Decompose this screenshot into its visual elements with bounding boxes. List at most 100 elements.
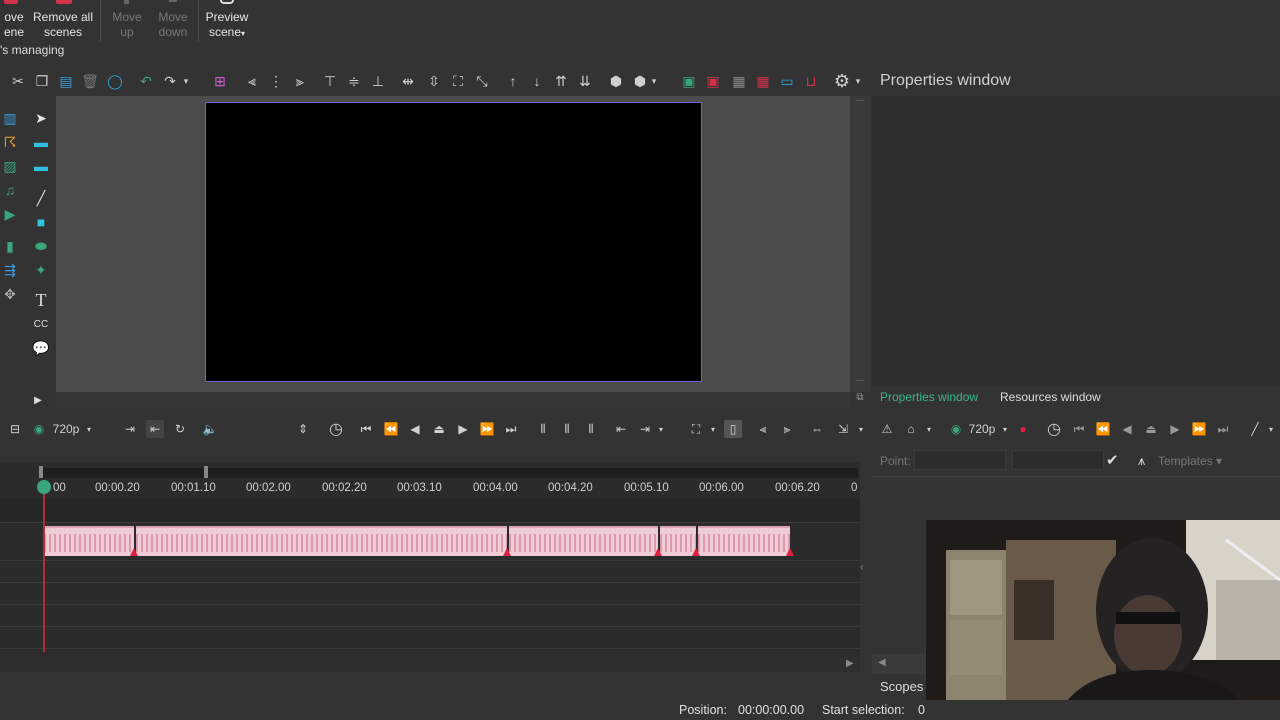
align-left-icon[interactable]: ⫷	[242, 71, 262, 91]
fast-forward-icon[interactable]: ⏩	[478, 420, 496, 438]
grid-icon[interactable]: ▦	[729, 71, 749, 91]
skip-start-icon[interactable]: ⏮	[357, 420, 375, 438]
resolution-dropdown-icon[interactable]: ▾	[1000, 420, 1010, 438]
preview-scene-button[interactable]: Preview scene▾	[202, 0, 252, 44]
scopes-scrollbar[interactable]: ◀	[872, 654, 926, 674]
ellipse-icon[interactable]: ⬬	[31, 236, 51, 256]
shrink-icon[interactable]: ⤡	[472, 71, 492, 91]
undo-icon[interactable]: ↶	[136, 71, 156, 91]
zoom-fit-icon[interactable]: ⇔	[808, 420, 826, 438]
fit-icon[interactable]: ⊞	[210, 71, 230, 91]
timeline-overview-bar[interactable]	[40, 468, 858, 478]
loop-in-icon[interactable]: ⇤	[146, 420, 164, 438]
eye-icon[interactable]: ◉	[948, 420, 964, 438]
gear-icon[interactable]: ⚙	[832, 71, 852, 91]
play-icon[interactable]: ▶	[1166, 420, 1184, 438]
speech-bubble-icon[interactable]: 💬	[31, 338, 51, 358]
safe-area-icon[interactable]: ▭	[777, 71, 797, 91]
fast-forward-icon[interactable]: ⏩	[1190, 420, 1208, 438]
scene-preview[interactable]	[205, 102, 702, 382]
corner-icon[interactable]: ⧉	[850, 392, 870, 408]
grid-red-icon[interactable]: ▦	[753, 71, 773, 91]
align-center-icon[interactable]: ⋮	[266, 71, 286, 91]
cut-icon[interactable]: ✂	[8, 71, 28, 91]
line-icon[interactable]: ╱	[31, 188, 51, 208]
stretch-icon[interactable]: ⛶	[448, 71, 468, 91]
dropdown-icon[interactable]: ▾	[648, 71, 660, 91]
sprite-icon[interactable]: ☈	[0, 132, 20, 152]
collapse-arrow-icon[interactable]: ‹	[860, 562, 870, 576]
shape-icon[interactable]: ⬢	[606, 71, 626, 91]
snap-red-icon[interactable]: ▣	[703, 71, 723, 91]
dropdown-icon[interactable]: ▾	[856, 420, 866, 438]
copy-icon[interactable]: ❐	[32, 71, 52, 91]
stop-icon[interactable]: ⏏	[430, 420, 448, 438]
tab-resources[interactable]: Resources window	[1000, 390, 1101, 404]
remove-all-scenes-button[interactable]: Remove all scenes	[30, 0, 96, 44]
canvas-horizontal-scrollbar[interactable]: ⧉	[56, 392, 864, 408]
resolution-select[interactable]: 720p	[965, 420, 999, 438]
skip-end-icon[interactable]: ⏭	[1214, 420, 1232, 438]
align-middle-icon[interactable]: ≑	[344, 71, 364, 91]
skip-start-icon[interactable]: ⏮	[1070, 420, 1088, 438]
range-end-handle[interactable]	[204, 466, 208, 478]
paste-icon[interactable]: ▤	[56, 71, 76, 91]
redo-dropdown-icon[interactable]: ▾	[180, 71, 192, 91]
collapse-icon[interactable]: ⇕	[296, 420, 310, 438]
scopes-label[interactable]: Scopes	[880, 679, 923, 694]
audio-clip[interactable]	[509, 526, 658, 556]
align-clips-icon[interactable]: ⫷	[754, 420, 772, 438]
trim-icon[interactable]: ⫴	[558, 420, 576, 438]
expand-arrow-icon[interactable]: ▶	[28, 390, 48, 410]
split-clip-icon[interactable]: ⫴	[534, 420, 552, 438]
move-up-button[interactable]: Move up	[106, 0, 148, 44]
timeline-horizontal-scrollbar[interactable]: ▶	[0, 656, 860, 672]
point-x-input[interactable]	[914, 450, 1006, 470]
magnet-icon[interactable]: ⊔	[801, 71, 821, 91]
pointer-icon[interactable]: ➤	[31, 108, 51, 128]
align-clips-right-icon[interactable]: ⫸	[778, 420, 796, 438]
move-icon[interactable]: ✥	[0, 284, 20, 304]
video-icon[interactable]: ▶	[0, 204, 20, 224]
device-icon[interactable]: ⌂	[902, 420, 920, 438]
audio-clip[interactable]	[698, 526, 790, 556]
go-end-icon[interactable]: ⇥	[636, 420, 654, 438]
anchor-icon[interactable]: ⚠	[878, 420, 896, 438]
audio-clip[interactable]	[44, 526, 134, 556]
merge-icon[interactable]: ⫴	[582, 420, 600, 438]
chart-icon[interactable]: ▥	[0, 108, 20, 128]
rectangle-icon[interactable]: ■	[31, 212, 51, 232]
rewind-icon[interactable]: ⏪	[1094, 420, 1112, 438]
align-top-icon[interactable]: ⊤	[320, 71, 340, 91]
zoom-icon[interactable]: ⇲	[834, 420, 852, 438]
dropdown-icon[interactable]: ▾	[924, 420, 934, 438]
distribute-h-icon[interactable]: ⇹	[398, 71, 418, 91]
align-right-icon[interactable]: ⫸	[290, 71, 310, 91]
text-icon[interactable]: T	[31, 290, 51, 310]
arrow-down-icon[interactable]: ↓	[527, 71, 547, 91]
step-back-icon[interactable]: ◀	[1118, 420, 1136, 438]
audio-clip[interactable]	[136, 526, 507, 556]
playhead-line[interactable]	[43, 480, 45, 652]
send-back-icon[interactable]: ⇊	[575, 71, 595, 91]
audio-icon[interactable]: ♫	[0, 180, 20, 200]
step-back-icon[interactable]: ◀	[406, 420, 424, 438]
stop-icon[interactable]: ⏏	[1142, 420, 1160, 438]
go-start-icon[interactable]: ⇤	[612, 420, 630, 438]
freehand-icon[interactable]: ✦	[31, 260, 51, 280]
record-icon[interactable]: ●	[1016, 420, 1030, 438]
motion-icon[interactable]: ⇶	[0, 260, 20, 280]
eye-icon[interactable]: ◉	[32, 420, 46, 438]
scroll-left-icon[interactable]: ◀	[878, 657, 886, 668]
audio-clip[interactable]	[660, 526, 696, 556]
canvas-vertical-scrollbar[interactable]	[850, 96, 870, 392]
timeline-ruler[interactable]: 00 00:00.20 00:01.10 00:02.00 00:02.20 0…	[0, 478, 860, 498]
shape-dropdown-icon[interactable]: ⬢	[630, 71, 650, 91]
layout-icon[interactable]: ⊟	[6, 420, 24, 438]
dropdown-icon[interactable]: ▾	[656, 420, 666, 438]
layer-icon[interactable]: ▬	[31, 156, 51, 176]
align-bottom-icon[interactable]: ⊥	[368, 71, 388, 91]
check-icon[interactable]: ✔	[1106, 451, 1119, 469]
snap-green-icon[interactable]: ▣	[679, 71, 699, 91]
point-y-input[interactable]	[1012, 450, 1104, 470]
